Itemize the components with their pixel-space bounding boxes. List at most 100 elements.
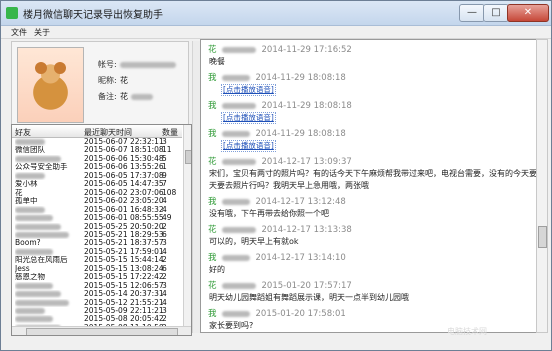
column-header-time[interactable]: 最近聊天时间 — [84, 127, 132, 138]
contact-last-chat-time: 2015-05-14 20:37:31 — [84, 290, 164, 299]
voice-message-link[interactable]: [点击播放语音] — [221, 112, 276, 124]
message-sender: 花 — [208, 157, 217, 167]
message-sender: 我 — [208, 101, 217, 111]
message-time: 2014-12-17 13:13:38 — [261, 225, 352, 235]
contact-name — [15, 138, 77, 147]
contact-scroll-thumb[interactable] — [185, 150, 191, 164]
message-header: 花 2014-12-17 13:09:37 — [208, 157, 352, 167]
column-header-friend[interactable]: 好友 — [15, 127, 31, 138]
contact-row[interactable]: 2015-05-21 17:59:01 4 — [12, 248, 182, 257]
close-button[interactable]: ✕ — [507, 4, 549, 22]
contact-name: Jess — [15, 264, 30, 273]
account-label: 帐号: — [98, 60, 117, 69]
chat-scroll-thumb[interactable] — [538, 226, 547, 248]
contact-row[interactable]: 2015-06-06 15:30:48 5 — [12, 155, 182, 164]
contact-last-chat-time: 2015-05-21 17:59:01 — [84, 247, 164, 256]
contact-row[interactable]: 2015-05-12 21:55:21 4 — [12, 299, 182, 308]
contact-name — [15, 299, 77, 308]
contact-row[interactable]: 2015-05-21 18:29:53 6 — [12, 231, 182, 240]
app-icon — [6, 7, 18, 19]
message-sender-redacted — [221, 198, 250, 205]
contact-name — [15, 155, 77, 164]
contact-name: 微信团队 — [15, 146, 45, 155]
chat-history-pane[interactable]: 花 2014-11-29 17:16:52 晚餐我 2014-11-29 18:08:… — [200, 39, 537, 333]
contact-message-count: 5 — [162, 154, 167, 163]
contact-row[interactable]: 爱小林 2015-06-05 14:47:35 7 — [12, 180, 182, 189]
contact-last-chat-time: 2015-05-25 20:50:20 — [84, 222, 164, 231]
nickname-value: 花 — [120, 76, 128, 85]
contact-last-chat-time: 2015-05-15 15:44:14 — [84, 256, 164, 265]
contact-row[interactable]: 慈恩之物 2015-05-15 17:22:42 2 — [12, 273, 182, 282]
contact-message-count: 6 — [162, 264, 167, 273]
contact-last-chat-time: 2015-06-07 18:51:08 — [84, 146, 164, 155]
contact-row[interactable]: 阳光总在风雨后 2015-05-15 15:44:14 2 — [12, 256, 182, 265]
contact-message-count: 3 — [162, 239, 167, 248]
contact-last-chat-time: 2015-05-21 18:37:57 — [84, 239, 164, 248]
message-header: 我 2014-12-17 13:12:48 — [208, 197, 346, 207]
contact-name — [15, 307, 77, 316]
message-header: 花 2015-01-20 17:57:17 — [208, 281, 352, 291]
contact-last-chat-time: 2015-06-01 16:48:32 — [84, 205, 164, 214]
message-time: 2014-11-29 18:08:18 — [255, 129, 346, 139]
message-sender-redacted — [221, 74, 250, 81]
contact-horizontal-scrollbar[interactable] — [12, 326, 191, 335]
message-header: 我 2014-11-29 18:08:18 — [208, 73, 346, 83]
message-sender: 我 — [208, 197, 217, 207]
minimize-button[interactable]: — — [459, 4, 485, 22]
contact-name: 花 — [15, 188, 23, 197]
column-header-count[interactable]: 数量 — [162, 127, 178, 138]
contact-last-chat-time: 2015-05-15 17:22:42 — [84, 273, 164, 282]
contact-name: 慈恩之物 — [15, 273, 45, 282]
message-header: 花 2014-11-29 17:16:52 — [208, 45, 352, 55]
contact-row[interactable]: 2015-06-07 22:32:11 3 — [12, 138, 182, 147]
contact-list[interactable]: 好友 最近聊天时间 数量 2015-06-07 22:32:11 3 微信团队 201… — [11, 124, 192, 336]
contact-message-count: 2 — [162, 222, 167, 231]
contact-row[interactable]: 微信团队 2015-06-07 18:51:08 11 — [12, 146, 182, 155]
menu-file[interactable]: 文件 — [11, 27, 27, 38]
contact-row[interactable]: 2015-06-05 17:37:08 9 — [12, 172, 182, 181]
contact-message-count: 2 — [162, 273, 167, 282]
contact-row[interactable]: 2015-05-09 22:11:21 3 — [12, 307, 182, 316]
contact-row[interactable]: 2015-05-14 20:37:31 4 — [12, 290, 182, 299]
contact-message-count: 3 — [162, 281, 167, 290]
contact-name — [15, 223, 77, 232]
contact-last-chat-time: 2015-06-01 08:55:55 — [84, 214, 164, 223]
message-sender: 花 — [208, 225, 217, 235]
contact-row[interactable]: Boom? 2015-05-21 18:37:57 3 — [12, 239, 182, 248]
contact-row[interactable]: 2015-05-15 12:06:57 3 — [12, 282, 182, 291]
contact-row[interactable]: Jess 2015-05-15 13:08:24 6 — [12, 265, 182, 274]
voice-message-link[interactable]: [点击播放语音] — [221, 84, 276, 96]
voice-message-link[interactable]: [点击播放语音] — [221, 140, 276, 152]
message-header: 我 2014-11-29 18:08:18 — [208, 129, 346, 139]
account-value — [120, 60, 176, 69]
title-bar: 楼月微信聊天记录导出恢复助手 — □ ✕ — [1, 1, 551, 26]
contact-message-count: 11 — [162, 146, 172, 155]
message-text: 晚餐 — [209, 57, 225, 66]
contact-last-chat-time: 2015-05-15 13:08:24 — [84, 264, 164, 273]
contact-name: 爱小林 — [15, 180, 38, 189]
contact-row[interactable]: 花 2015-06-02 23:07:06 108 — [12, 189, 182, 198]
contact-name: Boom? — [15, 239, 41, 248]
contact-row[interactable]: 2015-06-01 08:55:55 49 — [12, 214, 182, 223]
maximize-button[interactable]: □ — [483, 4, 509, 22]
contact-row[interactable]: 公众号安全助手 2015-06-06 13:55:26 1 — [12, 163, 182, 172]
contact-last-chat-time: 2015-06-06 13:55:26 — [84, 163, 164, 172]
menu-about[interactable]: 关于 — [34, 27, 50, 38]
contact-row[interactable]: 孤单中 2015-06-02 23:05:20 4 — [12, 197, 182, 206]
contact-message-count: 4 — [162, 247, 167, 256]
contact-vertical-scrollbar[interactable] — [183, 125, 191, 326]
contact-row[interactable]: 2015-05-25 20:50:20 2 — [12, 223, 182, 232]
contact-horizontal-scroll-thumb[interactable] — [26, 328, 178, 335]
contact-row[interactable]: 2015-06-01 16:48:32 4 — [12, 206, 182, 215]
chat-vertical-scrollbar[interactable] — [536, 39, 548, 333]
contact-name: 阳光总在风雨后 — [15, 256, 68, 265]
message-time: 2014-12-17 13:12:48 — [255, 197, 346, 207]
contact-last-chat-time: 2015-05-08 20:05:42 — [84, 315, 164, 324]
message-text: 宋们，宝贝有两寸的照片吗？有的话今天下午麻烦帮我带过来吧，电视台需要，没有的今天… — [209, 169, 537, 178]
message-time: 2015-01-20 17:57:17 — [261, 281, 352, 291]
contact-name — [15, 315, 77, 324]
contact-row[interactable]: 2015-05-08 20:05:42 2 — [12, 315, 182, 324]
message-header: 我 2014-12-17 13:14:10 — [208, 253, 346, 263]
message-sender-redacted — [221, 130, 250, 137]
contact-last-chat-time: 2015-06-05 17:37:08 — [84, 171, 164, 180]
